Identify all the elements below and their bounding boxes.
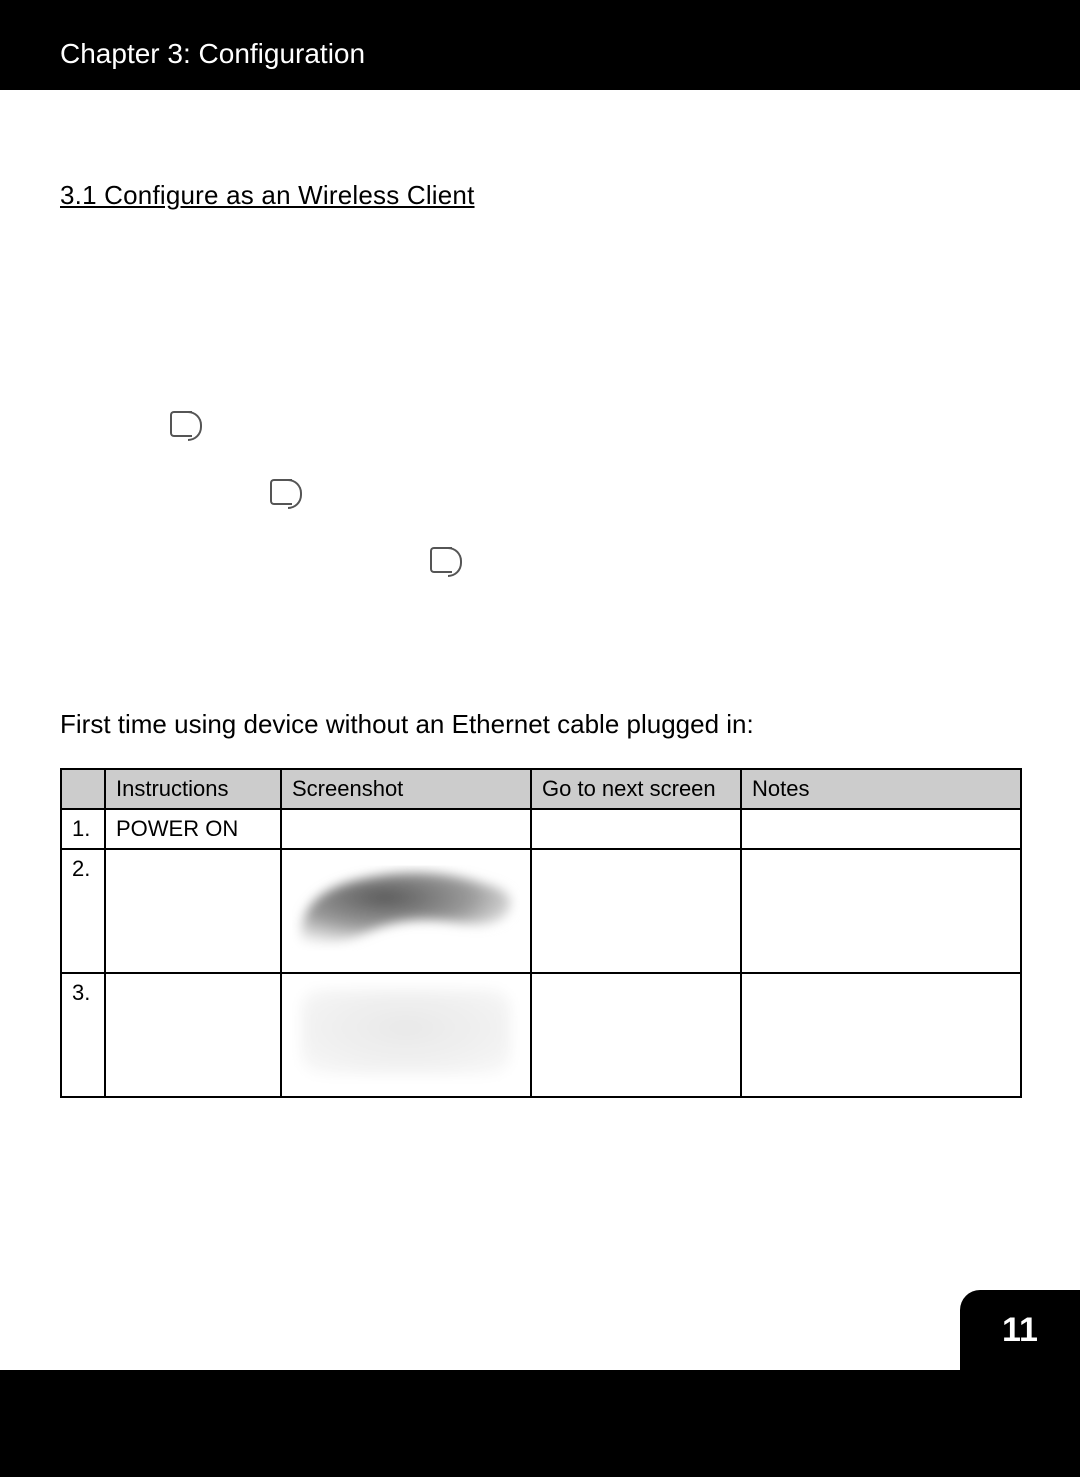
th-go-next: Go to next screen [531,769,741,809]
th-notes: Notes [741,769,1021,809]
cell-instructions [105,973,281,1097]
cell-num: 1. [61,809,105,849]
section-heading: 3.1 Configure as an Wireless Client [60,180,1020,211]
intro-text: First time using device without an Ether… [60,709,1020,740]
page-number-value: 11 [1002,1311,1038,1350]
diagram-shape-3 [430,547,452,573]
cell-screenshot [281,973,531,1097]
table-row: 3. [61,973,1021,1097]
cell-num: 2. [61,849,105,973]
th-num [61,769,105,809]
diagram-area [60,231,1020,701]
page-body: 3.1 Configure as an Wireless Client Firs… [0,90,1080,1370]
cell-go-next [531,973,741,1097]
cell-notes [741,973,1021,1097]
diagram-shape-2 [270,479,292,505]
chapter-header: Chapter 3: Configuration [0,0,1080,90]
screenshot-placeholder-icon [292,980,520,1084]
cell-instructions: POWER ON [105,809,281,849]
cell-num: 3. [61,973,105,1097]
diagram-shape-1 [170,411,192,437]
table-row: 2. [61,849,1021,973]
cell-go-next [531,849,741,973]
cell-notes [741,849,1021,973]
instructions-table: Instructions Screenshot Go to next scree… [60,768,1022,1098]
cell-instructions [105,849,281,973]
cell-screenshot [281,849,531,973]
cell-go-next [531,809,741,849]
table-header-row: Instructions Screenshot Go to next scree… [61,769,1021,809]
table-row: 1. POWER ON [61,809,1021,849]
cell-screenshot [281,809,531,849]
th-screenshot: Screenshot [281,769,531,809]
screenshot-placeholder-icon [292,856,520,960]
cell-notes [741,809,1021,849]
chapter-title: Chapter 3: Configuration [60,38,365,69]
th-instructions: Instructions [105,769,281,809]
page-number: 11 [960,1290,1080,1370]
